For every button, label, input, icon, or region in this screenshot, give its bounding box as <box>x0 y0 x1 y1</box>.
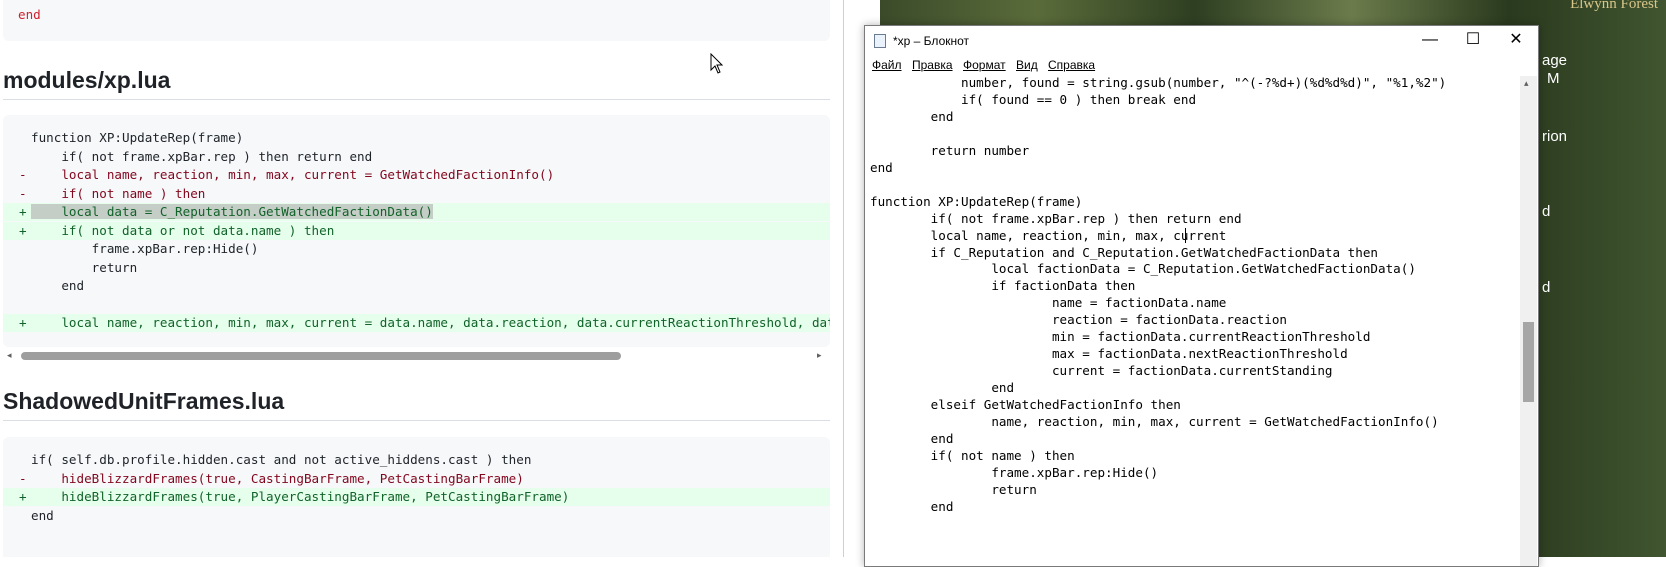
diff-line: - hideBlizzardFrames(true, CastingBarFra… <box>3 470 830 488</box>
text-editor[interactable]: number, found = string.gsub(number, "^(-… <box>865 76 1520 566</box>
diff-text: end <box>31 507 54 523</box>
diff-line <box>3 296 830 314</box>
menu-edit[interactable]: Правка <box>912 58 953 72</box>
scroll-left-icon[interactable]: ◂ <box>7 350 12 361</box>
editor-line: reaction = factionData.reaction <box>870 312 1288 328</box>
editor-line: if C_Reputation and C_Reputation.GetWatc… <box>870 244 1378 260</box>
diff-sign: + <box>19 315 27 330</box>
diff-line: function XP:UpdateRep(frame) <box>3 129 830 147</box>
diff-text: frame.xpBar.rep:Hide() <box>31 241 259 256</box>
diff-line: - if( not name ) then <box>3 185 830 203</box>
editor-line: if factionData then <box>870 278 1136 294</box>
divider <box>3 420 830 421</box>
editor-line: end <box>870 159 893 175</box>
game-text-fragment: rion <box>1542 128 1568 145</box>
editor-line: max = factionData.nextReactionThreshold <box>870 346 1348 362</box>
diff-text: if( not frame.xpBar.rep ) then return en… <box>31 148 373 164</box>
game-text-fragment: age <box>1542 52 1568 69</box>
zone-label: Elwynn Forest <box>1570 0 1658 12</box>
diff-line: if( self.db.profile.hidden.cast and not … <box>3 451 830 469</box>
diff-text: if( not name ) then <box>31 185 206 201</box>
window-title: *xp – Блокнот <box>893 34 970 48</box>
diff-line: + hideBlizzardFrames(true, PlayerCasting… <box>3 488 830 506</box>
menu-bar: Файл Правка Формат Вид Справка <box>865 56 1538 76</box>
editor-line: local name, reaction, min, max, current <box>870 227 1227 243</box>
diff-line: end <box>3 277 830 295</box>
editor-line: return <box>870 481 1037 497</box>
editor-line: number, found = string.gsub(number, "^(-… <box>870 76 1447 90</box>
diff-text: function XP:UpdateRep(frame) <box>31 130 244 145</box>
scrollbar-thumb[interactable] <box>1523 322 1534 402</box>
diff-text: hideBlizzardFrames(true, PlayerCastingBa… <box>31 489 570 504</box>
game-text-fragment: d <box>1542 203 1551 220</box>
menu-view[interactable]: Вид <box>1016 58 1038 72</box>
editor-line: min = factionData.currentReactionThresho… <box>870 329 1371 345</box>
editor-line: frame.xpBar.rep:Hide() <box>870 464 1159 480</box>
diff-line: if( not frame.xpBar.rep ) then return en… <box>3 148 830 166</box>
diff-sign: - <box>19 470 27 486</box>
editor-line: return number <box>870 142 1030 158</box>
menu-format[interactable]: Формат <box>963 58 1006 72</box>
pane-divider <box>843 0 844 557</box>
editor-line: end <box>870 380 1015 396</box>
diff-line: + local data = C_Reputation.GetWatchedFa… <box>3 203 830 221</box>
diff-line: - local name, reaction, min, max, curren… <box>3 166 830 184</box>
diff-line: return <box>3 259 830 277</box>
divider <box>3 99 830 100</box>
diff-line: end <box>3 507 830 525</box>
editor-line: function XP:UpdateRep(frame) <box>870 193 1083 209</box>
file-heading-suf: ShadowedUnitFrames.lua <box>3 388 285 414</box>
diff-text: local name, reaction, min, max, current … <box>61 315 830 330</box>
mouse-cursor-icon <box>710 53 724 74</box>
horizontal-scrollbar[interactable]: ◂ ▸ <box>3 347 830 363</box>
editor-line: if( not frame.xpBar.rep ) then return en… <box>870 210 1242 226</box>
editor-line: end <box>870 498 954 514</box>
diff-line: + if( not data or not data.name ) then <box>3 221 830 240</box>
diff-text: return <box>31 259 138 275</box>
scrollbar-thumb[interactable] <box>21 352 621 360</box>
editor-line: name, reaction, min, max, current = GetW… <box>870 414 1439 429</box>
editor-line: current = factionData.currentStanding <box>870 363 1333 379</box>
editor-line: if( not name ) then <box>870 447 1075 463</box>
title-bar[interactable]: *xp – Блокнот — ☐ ✕ <box>865 26 1538 56</box>
diff-sign: + <box>19 489 27 504</box>
diff-text: if( self.db.profile.hidden.cast and not … <box>31 452 532 467</box>
vertical-scrollbar[interactable]: ▴ <box>1520 76 1537 566</box>
menu-file[interactable]: Файл <box>872 58 902 72</box>
editor-line: elseif GetWatchedFactionInfo then <box>870 397 1181 413</box>
diff-sign: - <box>19 167 27 182</box>
scroll-right-icon[interactable]: ▸ <box>817 350 822 361</box>
file-heading-xp: modules/xp.lua <box>3 67 171 93</box>
menu-help[interactable]: Справка <box>1048 58 1095 72</box>
game-text-fragment: M <box>1547 70 1560 87</box>
browser-page: end modules/xp.lua function XP:UpdateRep… <box>0 0 900 557</box>
game-text-fragment: d <box>1542 279 1551 296</box>
diff-block-suf: if( self.db.profile.hidden.cast and not … <box>3 437 830 557</box>
editor-line: local factionData = C_Reputation.GetWatc… <box>870 261 1416 277</box>
diff-line: frame.xpBar.rep:Hide() <box>3 240 830 258</box>
diff-sign: - <box>19 185 27 201</box>
minimize-button[interactable]: — <box>1408 26 1452 56</box>
diff-text: hideBlizzardFrames(true, CastingBarFrame… <box>31 470 524 486</box>
editor-line: end <box>870 430 954 446</box>
code-line: end <box>18 7 41 22</box>
diff-text: local data = C_Reputation.GetWatchedFact… <box>31 204 433 219</box>
scroll-up-icon[interactable]: ▴ <box>1524 78 1529 89</box>
diff-text: end <box>31 278 85 293</box>
notepad-window: *xp – Блокнот — ☐ ✕ Файл Правка Формат В… <box>864 25 1539 567</box>
diff-text: if( not data or not data.name ) then <box>31 222 335 238</box>
diff-sign: + <box>19 204 27 219</box>
maximize-button[interactable]: ☐ <box>1451 26 1495 56</box>
code-block-top: end <box>3 0 830 41</box>
editor-line: name = factionData.name <box>870 295 1227 311</box>
diff-block-xp: function XP:UpdateRep(frame) if( not fra… <box>3 115 830 347</box>
editor-line: if( found == 0 ) then break end <box>870 91 1197 107</box>
diff-line: + local name, reaction, min, max, curren… <box>3 314 830 332</box>
close-button[interactable]: ✕ <box>1494 26 1538 56</box>
diff-text: local name, reaction, min, max, current … <box>31 167 555 182</box>
editor-line: end <box>870 108 954 124</box>
diff-sign: + <box>19 222 27 238</box>
notepad-icon <box>874 34 886 48</box>
